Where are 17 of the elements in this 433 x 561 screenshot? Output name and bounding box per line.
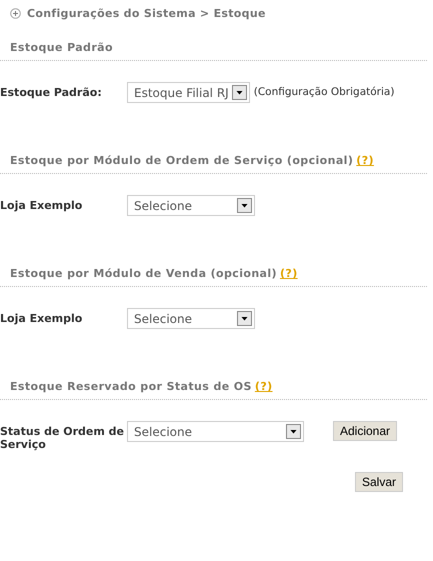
dropdown[interactable]: Selecione <box>127 195 255 216</box>
field-label: Loja Exemplo <box>0 198 84 212</box>
dropdown[interactable]: Selecione <box>127 308 255 329</box>
note-text: (Configuração Obrigatória) <box>254 85 394 100</box>
dropdown[interactable]: Selecione <box>127 421 304 442</box>
field-label: Status de Ordem de Serviço <box>0 424 125 451</box>
expand-icon <box>10 8 21 18</box>
section-title: Estoque por Módulo de Ordem de Serviço (opcional) <box>10 154 354 167</box>
add-button[interactable]: Adicionar <box>333 421 398 441</box>
section-title: Estoque por Módulo de Venda (opcional) <box>10 267 277 280</box>
field-label: Loja Exemplo <box>0 311 84 325</box>
section-title: Estoque Reservado por Status de OS <box>10 380 252 393</box>
breadcrumb: Configurações do Sistema > Estoque <box>27 6 266 20</box>
dropdown[interactable]: Estoque Filial RJ <box>127 82 250 103</box>
field-label: Estoque Padrão: <box>0 85 103 99</box>
save-button[interactable]: Salvar <box>354 472 403 492</box>
section-title: Estoque Padrão <box>10 41 113 54</box>
